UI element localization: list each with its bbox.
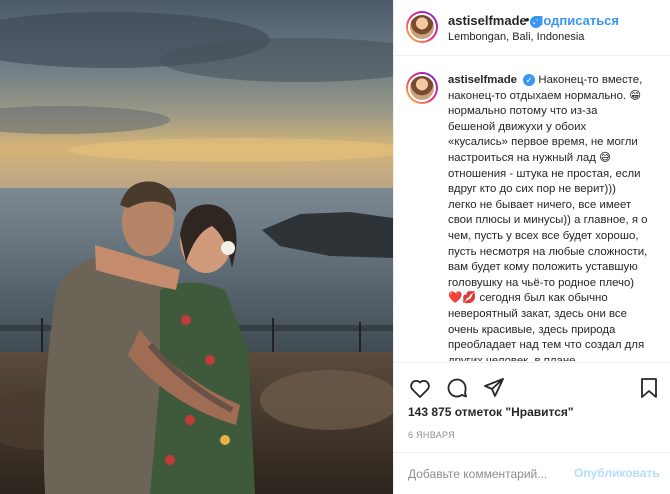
comment-icon[interactable] <box>445 376 469 400</box>
publish-button[interactable]: Опубликовать <box>574 466 660 480</box>
caption-text-block: astiselfmade ✓ Наконец-то вместе, наконе… <box>448 73 664 361</box>
post-details-panel: astiselfmade ✓ • Подписаться Lembongan, B… <box>393 0 670 494</box>
header-separator: • <box>525 12 530 27</box>
heart-icon[interactable] <box>408 376 432 400</box>
bookmark-icon[interactable] <box>637 376 661 400</box>
caption-area: astiselfmade ✓ Наконец-то вместе, наконе… <box>394 57 670 361</box>
caption-body: Наконец-то вместе, наконец-то отдыхаем н… <box>448 74 648 361</box>
share-icon[interactable] <box>482 376 506 400</box>
username-text[interactable]: astiselfmade <box>448 13 527 28</box>
caption-avatar[interactable] <box>406 72 438 104</box>
post-photo[interactable] <box>0 0 393 494</box>
comment-input[interactable] <box>408 465 568 483</box>
verified-badge-icon: ✓ <box>523 74 536 86</box>
caption-username[interactable]: astiselfmade <box>448 74 517 86</box>
follow-button[interactable]: Подписаться <box>534 13 619 28</box>
comment-bar: Опубликовать <box>394 452 670 494</box>
post-header: astiselfmade ✓ • Подписаться Lembongan, B… <box>394 0 670 56</box>
avatar[interactable] <box>406 11 438 43</box>
location-link[interactable]: Lembongan, Bali, Indonesia <box>448 31 584 43</box>
sunset-couple-photo <box>0 0 393 494</box>
likes-count[interactable]: 143 875 отметок "Нравится" <box>408 405 574 419</box>
post-date[interactable]: 6 ЯНВАРЯ <box>408 430 455 440</box>
